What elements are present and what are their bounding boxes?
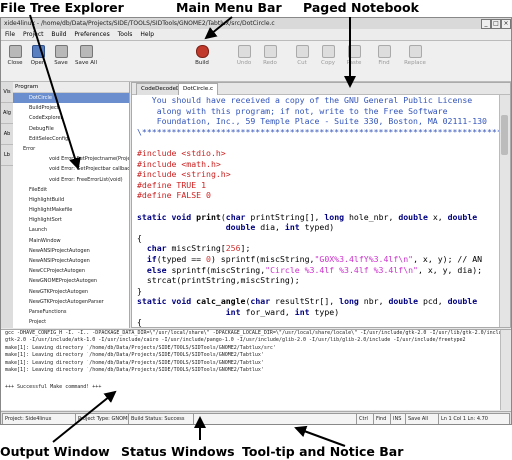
arrow-tooltip-bar — [294, 425, 346, 447]
arrow-output-window — [52, 390, 117, 443]
arrow-file-tree — [29, 14, 81, 170]
callout-arrows — [29, 14, 356, 447]
arrow-main-menu — [204, 16, 233, 40]
